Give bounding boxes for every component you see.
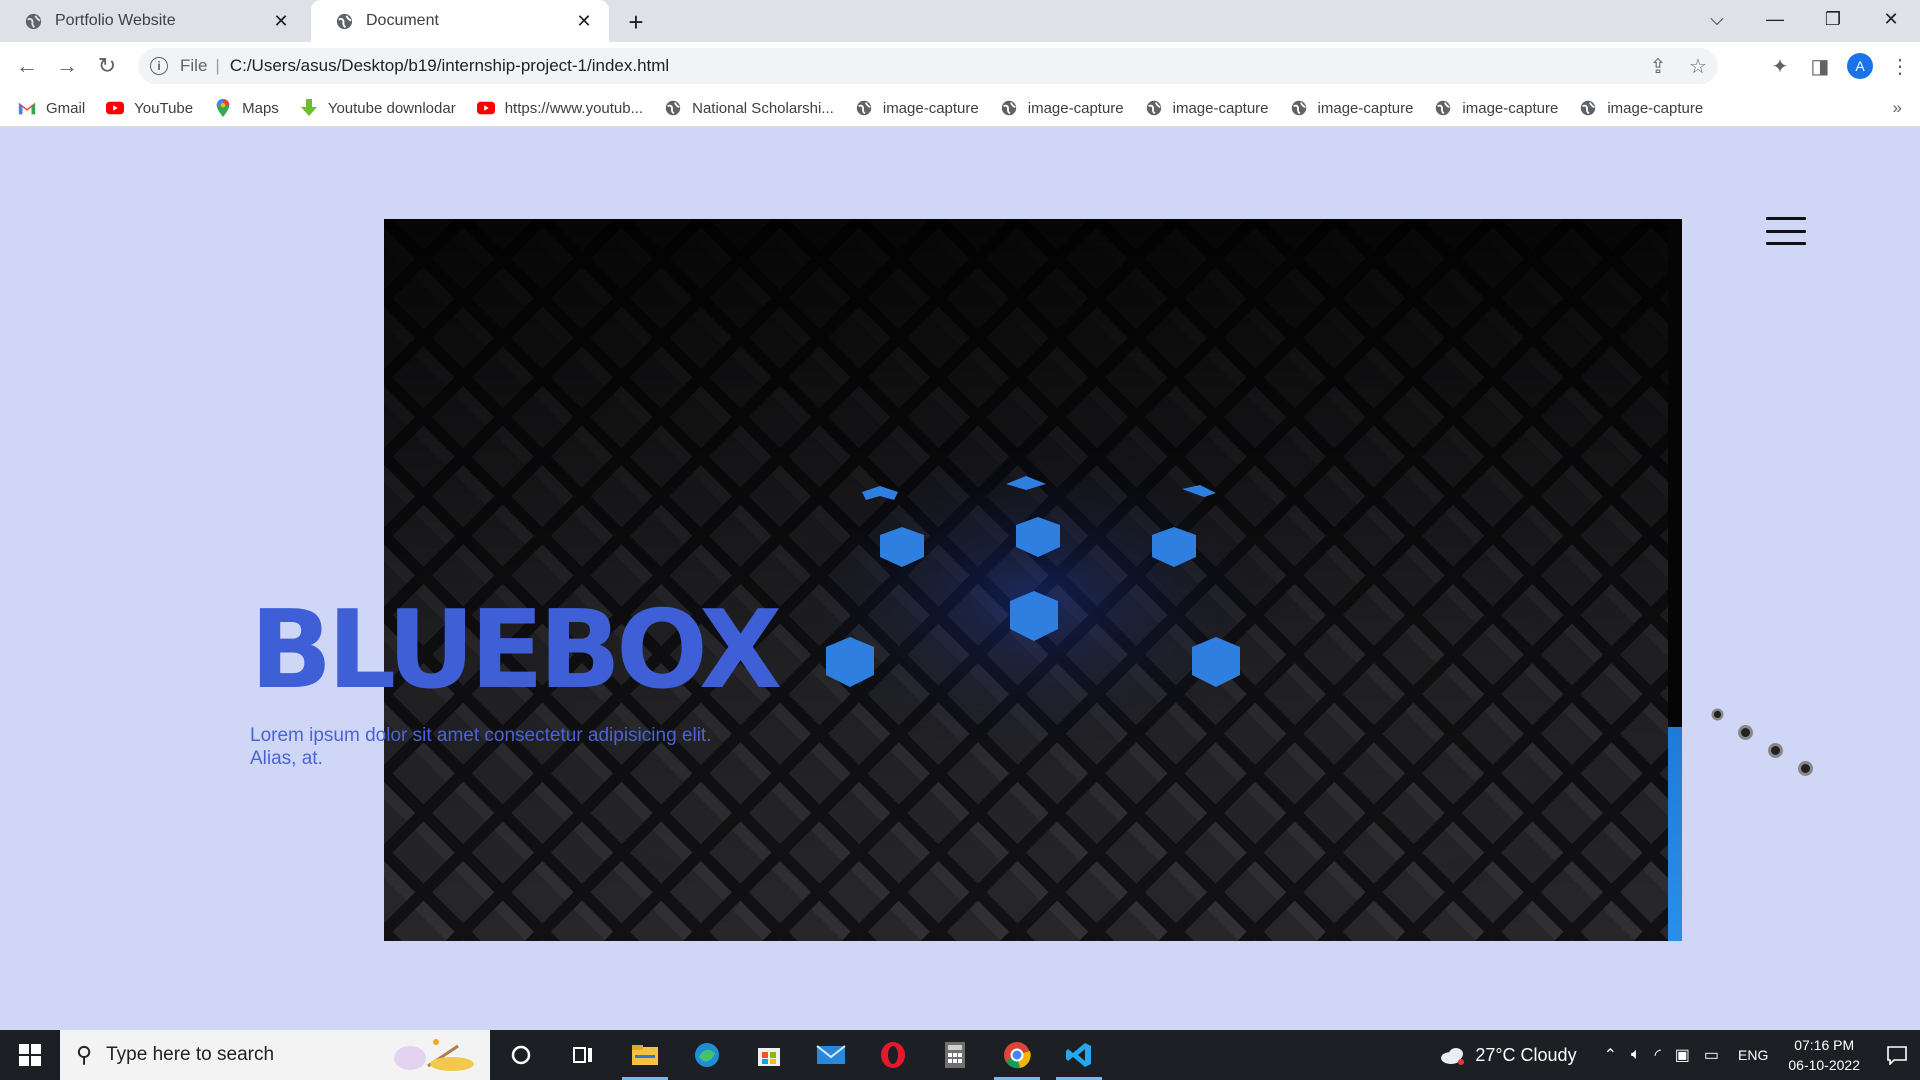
system-clock[interactable]: 07:16 PM 06-10-2022	[1788, 1035, 1860, 1075]
youtube-icon	[106, 101, 125, 115]
cloudy-weather-icon	[1441, 1048, 1465, 1065]
globe-icon	[336, 13, 353, 29]
social-link-icon[interactable]	[1738, 725, 1753, 740]
vscode-icon[interactable]	[1048, 1030, 1110, 1080]
globe-icon	[1291, 100, 1306, 116]
search-icon: ⚲	[76, 1042, 93, 1067]
file-explorer-icon[interactable]	[614, 1030, 676, 1080]
tab-portfolio-website[interactable]: Portfolio Website ✕	[0, 0, 306, 42]
bookmark-gmail[interactable]: Gmail	[18, 99, 85, 117]
minimize-button[interactable]: —	[1746, 0, 1804, 38]
calculator-icon[interactable]	[924, 1030, 986, 1080]
bookmark-image-capture[interactable]: image-capture	[1434, 99, 1558, 117]
chrome-icon[interactable]	[986, 1030, 1048, 1080]
youtube-icon	[476, 101, 495, 115]
window-controls: ⌵ — ❐ ✕	[1688, 0, 1920, 38]
globe-icon	[856, 100, 872, 116]
download-icon	[300, 99, 317, 116]
notifications-icon[interactable]	[1874, 1030, 1920, 1080]
bookmark-image-capture[interactable]: image-capture	[1000, 99, 1124, 117]
social-links	[1700, 707, 1820, 787]
hero-background-image	[384, 219, 1682, 941]
wifi-icon[interactable]: ◜	[1655, 1045, 1661, 1065]
globe-icon	[1436, 100, 1451, 116]
system-tray: 27°C Cloudy ⌃ 🔈︎ ◜ ▣ ▭ ENG 07:16 PM 06-1…	[1439, 1030, 1920, 1080]
bookmark-image-capture[interactable]: image-capture	[1290, 99, 1413, 117]
bookmarks-bar: Gmail YouTube Maps Youtube downlodar htt…	[0, 90, 1920, 127]
bookmark-youtube-downloader[interactable]: Youtube downlodar	[300, 99, 456, 117]
scheme-label: File	[180, 56, 208, 75]
tab-title: Document	[366, 12, 439, 29]
embedded-scrollbar-thumb[interactable]	[1668, 727, 1682, 941]
bookmark-image-capture[interactable]: image-capture	[1579, 99, 1703, 117]
hamburger-menu-icon[interactable]	[1766, 217, 1806, 245]
close-tab-icon[interactable]: ✕	[270, 10, 292, 32]
browser-toolbar: ← → ↻ i File | C:/Users/asus/Desktop/b19…	[0, 42, 1920, 90]
back-arrow-icon[interactable]: ←	[12, 51, 42, 81]
tab-search-chevron-icon[interactable]: ⌵	[1688, 0, 1746, 38]
maps-icon	[216, 99, 230, 117]
task-view-icon[interactable]	[552, 1030, 614, 1080]
gmail-icon	[18, 102, 36, 115]
close-tab-icon[interactable]: ✕	[573, 10, 595, 32]
microsoft-store-icon[interactable]	[738, 1030, 800, 1080]
bookmark-image-capture[interactable]: image-capture	[855, 99, 979, 117]
weather-widget[interactable]: 27°C Cloudy	[1439, 1045, 1577, 1066]
volume-icon[interactable]: 🔈︎	[1631, 1046, 1641, 1064]
forward-arrow-icon[interactable]: →	[52, 51, 82, 81]
scheme-separator: |	[215, 56, 220, 75]
battery-icon[interactable]: ▭	[1704, 1045, 1719, 1065]
bookmark-maps[interactable]: Maps	[214, 99, 279, 117]
bookmark-youtube[interactable]: YouTube	[106, 99, 193, 117]
brand-title: BLUEBOX	[250, 588, 782, 713]
new-tab-button[interactable]: +	[621, 7, 651, 37]
reload-icon[interactable]: ↻	[92, 51, 122, 81]
bookmark-youtube-url[interactable]: https://www.youtub...	[476, 99, 643, 117]
extensions-puzzle-icon[interactable]: ✦	[1760, 51, 1800, 81]
bookmark-national-scholarship[interactable]: National Scholarshi...	[664, 99, 834, 117]
globe-icon	[665, 100, 681, 116]
social-link-icon[interactable]	[1711, 708, 1724, 721]
restore-button[interactable]: ❐	[1804, 0, 1862, 38]
address-bar[interactable]: i File | C:/Users/asus/Desktop/b19/inter…	[138, 48, 1718, 84]
globe-icon	[1581, 100, 1596, 116]
search-placeholder: Type here to search	[106, 1044, 275, 1065]
profile-avatar[interactable]: A	[1847, 53, 1873, 79]
show-hidden-icons-chevron-icon[interactable]: ⌃	[1604, 1045, 1617, 1065]
windows-start-icon[interactable]	[0, 1030, 60, 1080]
globe-icon	[1146, 100, 1161, 116]
side-panel-icon[interactable]: ◨	[1800, 51, 1840, 81]
bookmark-star-icon[interactable]: ☆	[1678, 48, 1718, 84]
input-language[interactable]: ENG	[1738, 1047, 1768, 1063]
bookmark-image-capture[interactable]: image-capture	[1145, 99, 1269, 117]
brand-description: Lorem ipsum dolor sit amet consectetur a…	[250, 725, 712, 769]
browser-tab-bar: Portfolio Website ✕ Document ✕ + ⌵ — ❐ ✕	[0, 0, 1920, 42]
cube-grid-illustration	[384, 219, 1682, 941]
edge-icon[interactable]	[676, 1030, 738, 1080]
search-highlight-illustration-icon	[394, 1039, 474, 1071]
meet-now-icon[interactable]: ▣	[1675, 1045, 1690, 1065]
url-text[interactable]: C:/Users/asus/Desktop/b19/internship-pro…	[230, 56, 669, 76]
opera-icon[interactable]	[862, 1030, 924, 1080]
page-content: BLUEBOX Lorem ipsum dolor sit amet conse…	[0, 127, 1920, 1030]
info-icon[interactable]: i	[150, 57, 168, 75]
share-icon[interactable]: ⇪	[1638, 48, 1678, 84]
menu-kebab-icon[interactable]: ⋮	[1880, 51, 1920, 81]
mail-icon[interactable]	[800, 1030, 862, 1080]
social-link-icon[interactable]	[1798, 761, 1813, 776]
social-link-icon[interactable]	[1768, 743, 1783, 758]
windows-taskbar: ⚲ Type here to search 27°C Cloudy ⌃ 🔈︎ ◜…	[0, 1030, 1920, 1080]
tab-title: Portfolio Website	[55, 12, 176, 29]
globe-icon	[25, 13, 42, 29]
close-window-button[interactable]: ✕	[1862, 0, 1920, 38]
more-bookmarks-chevron-icon[interactable]: »	[1893, 98, 1902, 118]
globe-icon	[1001, 100, 1016, 116]
cortana-icon[interactable]	[490, 1030, 552, 1080]
tab-document[interactable]: Document ✕	[311, 0, 609, 42]
taskbar-search-box[interactable]: ⚲ Type here to search	[60, 1030, 490, 1080]
